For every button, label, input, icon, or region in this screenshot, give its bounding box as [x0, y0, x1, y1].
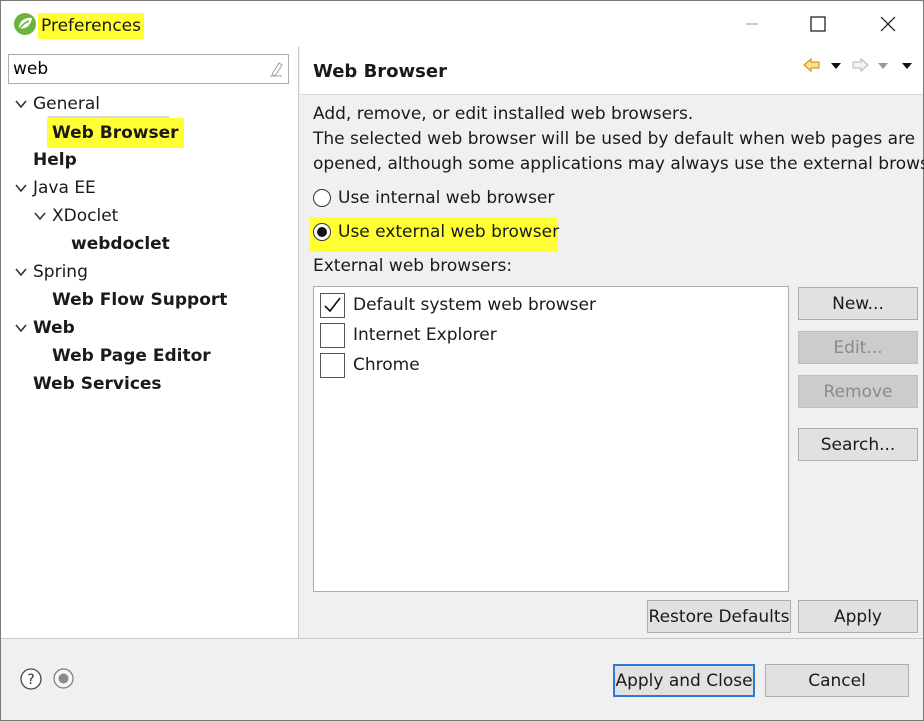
chevron-down-icon[interactable]: [34, 211, 46, 221]
page-title: Web Browser: [313, 61, 447, 82]
title-bar: Preferences: [1, 1, 923, 47]
close-icon: [880, 16, 896, 32]
spring-leaf-icon: [14, 13, 36, 35]
footer-separator: [1, 638, 923, 639]
checkbox-unchecked[interactable]: [320, 323, 345, 348]
minimize-button[interactable]: [729, 1, 775, 47]
maximize-icon: [810, 16, 826, 32]
apply-button[interactable]: Apply: [798, 600, 918, 633]
close-button[interactable]: [865, 1, 911, 47]
cancel-button[interactable]: Cancel: [765, 664, 909, 697]
back-dropdown-icon[interactable]: [826, 57, 846, 73]
tree-item-general[interactable]: General: [15, 91, 215, 117]
browser-label: Internet Explorer: [353, 325, 497, 345]
view-menu-icon[interactable]: [897, 57, 917, 73]
checkbox-checked[interactable]: [320, 293, 345, 318]
check-icon: [324, 297, 341, 313]
browser-row-internet-explorer[interactable]: Internet Explorer: [320, 321, 760, 349]
tree-item-label: Web Flow Support: [52, 290, 228, 310]
preferences-import-icon[interactable]: [53, 668, 74, 689]
help-icon[interactable]: ?: [20, 668, 42, 690]
forward-dropdown-icon[interactable]: [873, 57, 893, 73]
radio-label: Use internal web browser: [338, 188, 555, 208]
radio-button-selected[interactable]: [313, 223, 331, 241]
maximize-button[interactable]: [795, 1, 841, 47]
tree-item-web-services[interactable]: Web Services: [33, 371, 253, 397]
chevron-down-icon[interactable]: [15, 267, 27, 277]
tree-item-web-flow-support[interactable]: Web Flow Support: [52, 287, 272, 313]
window-title: Preferences: [38, 13, 144, 39]
checkbox-unchecked[interactable]: [320, 353, 345, 378]
tree-item-label: Web Page Editor: [52, 346, 211, 366]
description-line-2: The selected web browser will be used by…: [313, 129, 916, 149]
tree-item-label: Web Browser: [47, 118, 184, 148]
external-browsers-label: External web browsers:: [313, 256, 513, 276]
description-line-1: Add, remove, or edit installed web brows…: [313, 104, 694, 124]
tree-item-label: Web: [33, 318, 75, 338]
new-button[interactable]: New...: [798, 287, 918, 320]
preference-tree-pane: General Web Browser Help Java EE XDoclet…: [1, 47, 299, 638]
browser-label: Default system web browser: [353, 295, 596, 315]
browser-label: Chrome: [353, 355, 420, 375]
description-line-3: opened, although some applications may a…: [313, 154, 924, 174]
tree-item-xdoclet[interactable]: XDoclet: [34, 203, 234, 229]
tree-item-spring[interactable]: Spring: [15, 259, 215, 285]
tree-item-label: Java EE: [33, 178, 96, 198]
tree-item-web-page-editor[interactable]: Web Page Editor: [52, 343, 272, 369]
tree-item-label: Help: [33, 150, 77, 170]
tree-item-help[interactable]: Help: [33, 147, 153, 173]
preferences-window: Preferences web General Web Browser Help…: [0, 0, 924, 721]
chevron-down-icon[interactable]: [15, 323, 27, 333]
back-arrow-icon[interactable]: [802, 57, 822, 73]
minimize-icon: [746, 23, 758, 25]
eraser-icon[interactable]: [269, 61, 283, 77]
external-browsers-list[interactable]: Default system web browser Internet Expl…: [313, 286, 789, 592]
tree-item-label: webdoclet: [71, 234, 170, 254]
chevron-down-icon[interactable]: [15, 99, 27, 109]
remove-button[interactable]: Remove: [798, 375, 918, 408]
tree-item-webdoclet[interactable]: webdoclet: [71, 231, 231, 257]
edit-button[interactable]: Edit...: [798, 331, 918, 364]
page-header: Web Browser: [300, 47, 923, 95]
chevron-down-icon[interactable]: [15, 183, 27, 193]
preference-page: Web Browser Add, remove, or edit install…: [300, 47, 924, 638]
browser-row-default[interactable]: Default system web browser: [320, 291, 760, 319]
filter-input[interactable]: [9, 55, 264, 83]
svg-text:?: ?: [27, 672, 34, 688]
external-browser-radio[interactable]: Use external web browser: [313, 219, 563, 245]
tree-item-web[interactable]: Web: [15, 315, 215, 341]
tree-item-label: Web Services: [33, 374, 162, 394]
browser-row-chrome[interactable]: Chrome: [320, 351, 760, 379]
filter-field[interactable]: [8, 54, 289, 84]
restore-defaults-button[interactable]: Restore Defaults: [647, 600, 791, 633]
tree-item-web-browser[interactable]: Web Browser: [47, 118, 187, 148]
tree-item-label: XDoclet: [52, 206, 119, 226]
internal-browser-radio[interactable]: Use internal web browser: [313, 185, 573, 211]
apply-and-close-button[interactable]: Apply and Close: [613, 664, 755, 697]
tree-item-java-ee[interactable]: Java EE: [15, 175, 215, 201]
forward-arrow-icon[interactable]: [850, 57, 870, 73]
search-button[interactable]: Search...: [798, 428, 918, 461]
tree-item-label: General: [33, 94, 100, 114]
radio-label: Use external web browser: [338, 222, 560, 242]
radio-button[interactable]: [313, 189, 331, 207]
tree-item-label: Spring: [33, 262, 88, 282]
